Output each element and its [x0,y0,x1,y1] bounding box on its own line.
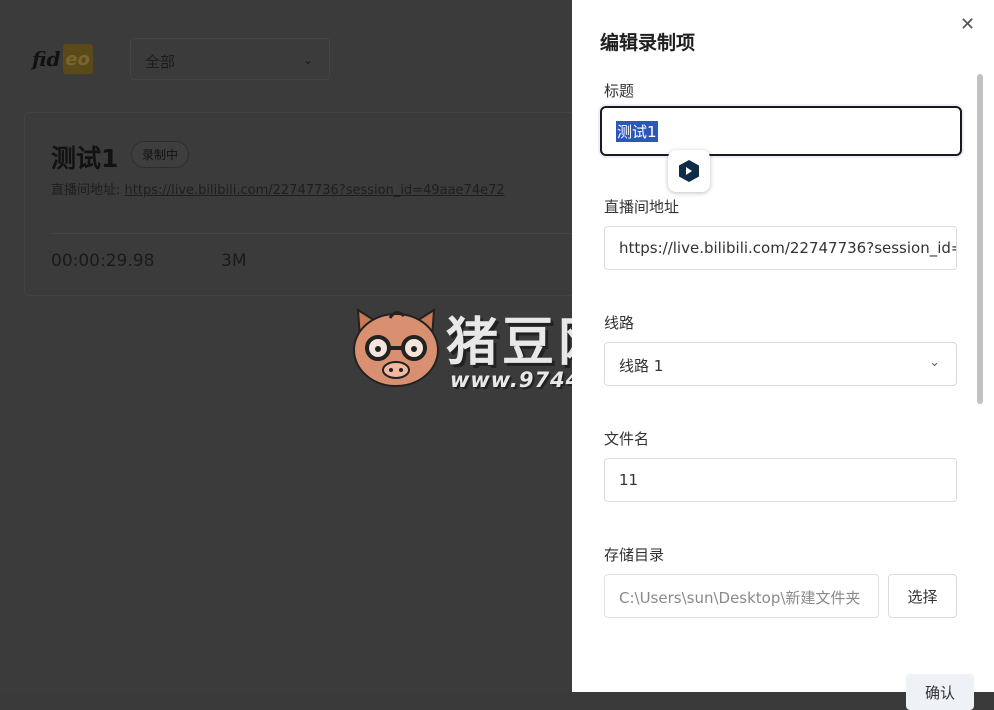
filename-input-value: 11 [619,471,639,489]
translate-tool-button[interactable] [668,150,710,192]
dir-input[interactable]: C:\Users\sun\Desktop\新建文件夹 [604,574,879,618]
pig-logo-icon [353,308,439,387]
status-badge: 录制中 [131,141,190,168]
line-select[interactable]: 线路 1 ⌄ [604,342,957,386]
close-icon[interactable]: ✕ [960,14,975,35]
url-field-label: 直播间地址 [604,198,680,216]
recording-title: 测试1 [51,144,119,173]
app-logo: fid eo [32,44,93,74]
url-label: 直播间地址: [51,183,121,198]
scrollbar-thumb[interactable] [977,74,983,404]
status-filter-select[interactable]: 全部 ⌄ [130,38,330,80]
line-select-value: 线路 1 [619,357,664,375]
title-label: 标题 [604,82,635,100]
chevron-down-icon: ⌄ [302,53,313,67]
line-label: 线路 [604,314,635,332]
recording-url-line: 直播间地址: https://live.bilibili.com/2274773… [51,179,505,198]
recording-card[interactable]: 测试1 录制中 直播间地址: https://live.bilibili.com… [24,112,591,296]
logo-text: fid [32,47,61,71]
edit-drawer: 编辑录制项 ✕ 标题 测试1 直播间地址 https://live.bilibi… [572,0,994,710]
drawer-title: 编辑录制项 [600,32,696,54]
url-input[interactable]: https://live.bilibili.com/22747736?sessi… [604,226,957,270]
title-input[interactable]: 测试1 [600,106,962,156]
filename-label: 文件名 [604,430,650,448]
chevron-down-icon: ⌄ [929,355,940,370]
dir-label: 存储目录 [604,546,665,564]
translate-tool-icon [679,160,699,182]
dir-input-value: C:\Users\sun\Desktop\新建文件夹 [619,589,861,607]
confirm-button[interactable]: 确认 [906,674,974,710]
filename-input[interactable]: 11 [604,458,957,502]
filter-value: 全部 [145,53,176,71]
divider [51,233,591,234]
recording-url-link[interactable]: https://live.bilibili.com/22747736?sessi… [125,183,505,198]
recording-size: 3M [221,251,247,271]
recording-duration: 00:00:29.98 [51,251,155,271]
choose-dir-button[interactable]: 选择 [888,574,957,618]
url-input-value: https://live.bilibili.com/22747736?sessi… [619,239,956,257]
logo-mark: eo [62,44,93,74]
title-input-value: 测试1 [616,120,658,142]
